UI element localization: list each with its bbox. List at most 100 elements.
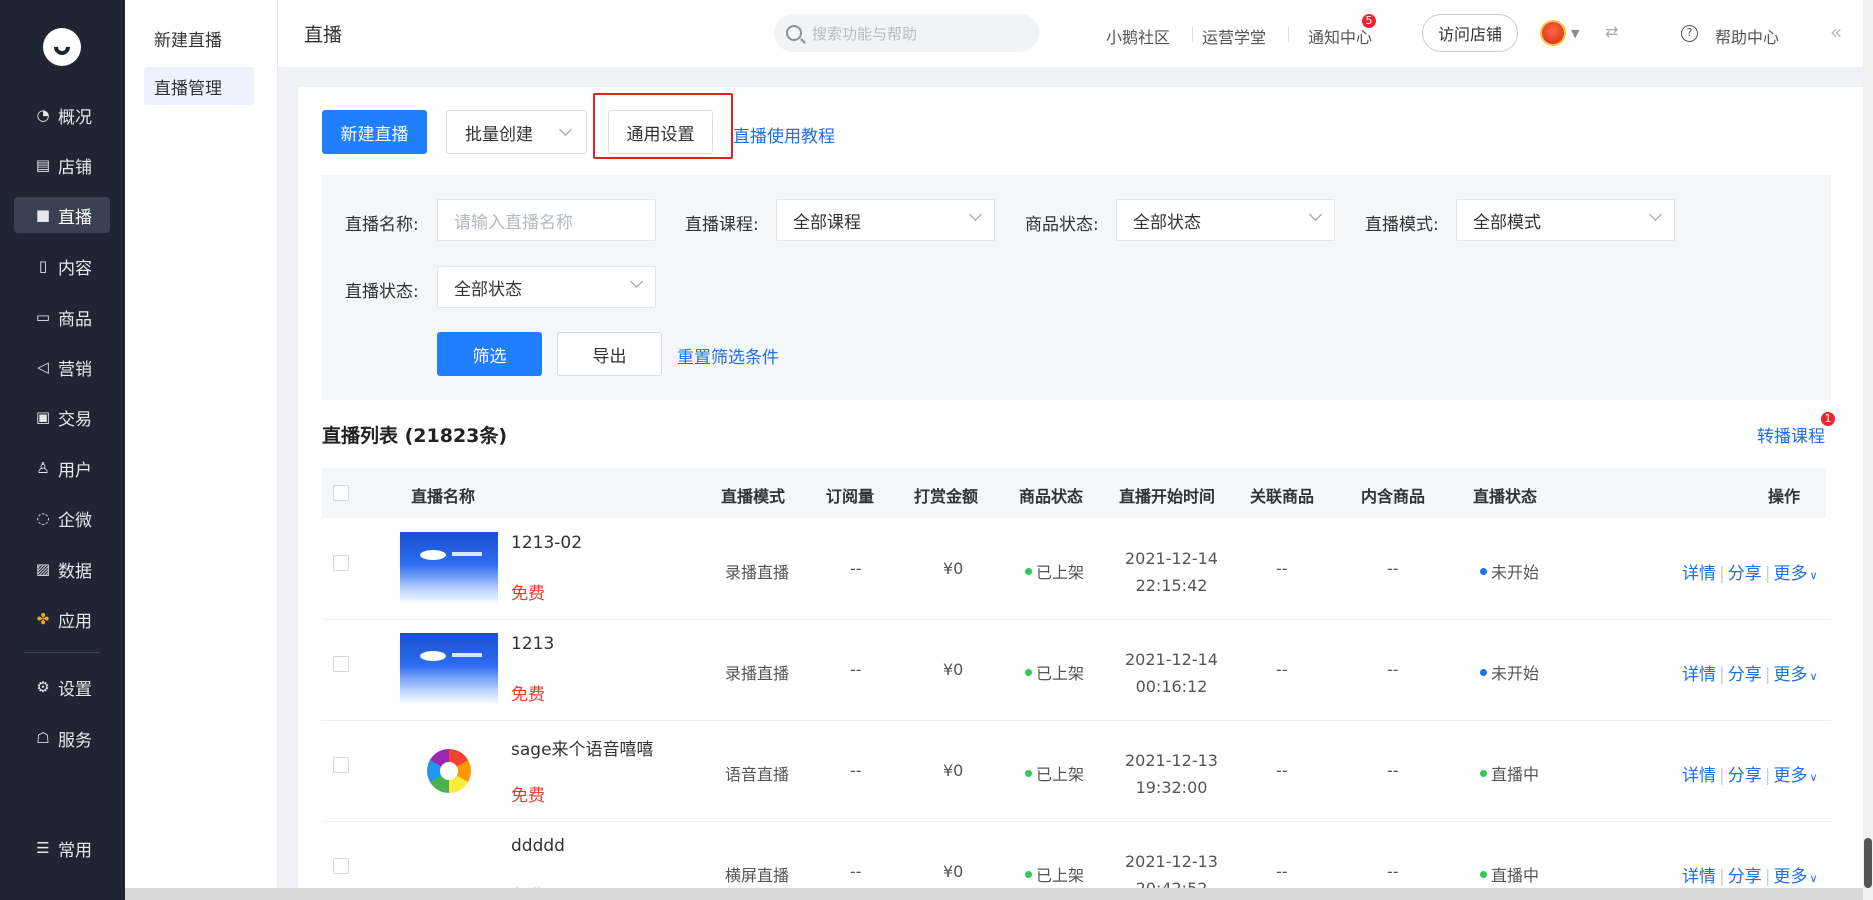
status-dot	[1480, 568, 1487, 575]
more-link[interactable]: 更多 ∨	[1773, 564, 1817, 584]
goods-status: 已上架	[1025, 761, 1084, 785]
op-separator: |	[1764, 665, 1771, 685]
nav-item-users[interactable]: ♙ 用户	[14, 450, 110, 486]
academy-link[interactable]: 运营学堂	[1202, 24, 1266, 48]
detail-link[interactable]: 详情	[1682, 766, 1716, 786]
nav-item-common[interactable]: ☰ 常用	[14, 830, 110, 866]
nav-item-data[interactable]: ▨ 数据	[14, 551, 110, 587]
col-contained: 内含商品	[1361, 487, 1426, 506]
notification-link[interactable]: 通知中心	[1308, 24, 1372, 48]
chevron-down-icon[interactable]: ▼	[1571, 27, 1579, 40]
collapse-icon[interactable]: «	[1830, 20, 1842, 44]
nav-divider	[24, 652, 100, 653]
scroll-thumb[interactable]	[1864, 838, 1872, 888]
nav-item-wecom[interactable]: ◌ 企微	[14, 500, 110, 536]
live-subs: --	[850, 660, 862, 679]
more-link[interactable]: 更多 ∨	[1773, 665, 1817, 685]
start-time: 2021-12-14 22:15:42	[1125, 549, 1218, 595]
more-link[interactable]: 更多 ∨	[1773, 766, 1817, 786]
live-mode-select[interactable]: 全部模式	[1456, 199, 1675, 241]
nav-item-shop[interactable]: ▤ 店铺	[14, 147, 110, 183]
logo[interactable]	[43, 28, 81, 66]
detail-link[interactable]: 详情	[1682, 867, 1716, 887]
col-status: 直播状态	[1473, 487, 1538, 506]
main-nav: ◔ 概况 ▤ 店铺 ■ 直播 ▯ 内容 ▭ 商品 ◁ 营销 ▣ 交易 ♙ 用户 ◌ 企微 ▨ 数据 …	[0, 0, 125, 900]
status-dot	[1025, 770, 1032, 777]
share-link[interactable]: 分享	[1728, 665, 1762, 685]
more-link[interactable]: 更多 ∨	[1773, 867, 1817, 887]
visit-shop-button[interactable]: 访问店铺	[1422, 14, 1518, 52]
list-title: 直播列表 (21823条)	[322, 425, 508, 447]
live-name[interactable]: 1213-02	[511, 533, 582, 553]
subnav-item-new-live[interactable]: 新建直播	[144, 19, 254, 57]
live-thumbnail[interactable]	[400, 532, 498, 604]
goods-status-select[interactable]: 全部状态	[1116, 199, 1335, 241]
table-row: sage来个语音嘻嘻 免费 语音直播 -- ¥0 已上架 2021-12-13 19:32:0…	[322, 721, 1831, 822]
video-icon: ■	[35, 206, 51, 224]
nav-item-marketing[interactable]: ◁ 营销	[14, 349, 110, 385]
live-status-select[interactable]: 全部状态	[437, 266, 656, 308]
live-mode: 录播直播	[725, 664, 790, 683]
live-price: 免费	[511, 786, 545, 806]
vertical-scrollbar[interactable]	[1863, 0, 1873, 900]
nav-item-overview[interactable]: ◔ 概况	[14, 97, 110, 133]
export-button[interactable]: 导出	[557, 332, 662, 376]
goods-status: 已上架	[1025, 660, 1084, 684]
document-icon: ▯	[38, 257, 48, 275]
col-reward: 打赏金额	[914, 487, 979, 506]
help-center-link[interactable]: 帮助中心	[1715, 24, 1779, 48]
nav-item-transaction[interactable]: ▣ 交易	[14, 399, 110, 435]
filter-button[interactable]: 筛选	[437, 332, 542, 376]
batch-create-dropdown[interactable]: 批量创建	[446, 110, 587, 154]
share-link[interactable]: 分享	[1728, 564, 1762, 584]
start-time: 2021-12-13 19:32:00	[1125, 751, 1218, 797]
rebroadcast-badge: 1	[1821, 412, 1835, 426]
horizontal-scrollbar[interactable]	[125, 888, 1863, 900]
switch-icon[interactable]: ⇄	[1605, 22, 1618, 41]
table-header: 直播名称 直播模式 订阅量 打赏金额 商品状态 直播开始时间 关联商品 内含商品…	[322, 468, 1826, 518]
row-checkbox[interactable]	[333, 656, 349, 672]
nav-item-settings[interactable]: ⚙ 设置	[14, 669, 110, 705]
share-link[interactable]: 分享	[1728, 766, 1762, 786]
community-link[interactable]: 小鹅社区	[1106, 24, 1170, 48]
nav-item-service[interactable]: ☖ 服务	[14, 720, 110, 756]
apps-icon: ✤	[36, 610, 50, 628]
col-related: 关联商品	[1250, 487, 1315, 506]
live-name-input[interactable]: 请输入直播名称	[437, 199, 656, 241]
detail-link[interactable]: 详情	[1682, 564, 1716, 584]
nav-item-content[interactable]: ▯ 内容	[14, 248, 110, 284]
goods-status: 已上架	[1025, 559, 1084, 583]
select-all-checkbox[interactable]	[333, 485, 349, 501]
row-checkbox[interactable]	[333, 555, 349, 571]
chevron-down-icon	[969, 208, 982, 221]
help-icon[interactable]: ?	[1681, 25, 1698, 42]
row-checkbox[interactable]	[333, 858, 349, 874]
user-icon: ♙	[36, 459, 50, 477]
nav-item-live[interactable]: ■ 直播	[14, 197, 110, 233]
contained-goods: --	[1387, 862, 1399, 881]
nav-item-goods[interactable]: ▭ 商品	[14, 299, 110, 335]
table-row: 1213 免费 录播直播 -- ¥0 已上架 2021-12-14 00:16:12 -- -- 未…	[322, 620, 1831, 721]
reset-filter-link[interactable]: 重置筛选条件	[677, 343, 779, 368]
rebroadcast-link[interactable]: 转播课程	[1757, 422, 1825, 447]
subnav-item-live-manage[interactable]: 直播管理	[144, 67, 254, 105]
status-dot	[1025, 568, 1032, 575]
detail-link[interactable]: 详情	[1682, 665, 1716, 685]
live-name[interactable]: ddddd	[511, 836, 565, 856]
contained-goods: --	[1387, 559, 1399, 578]
row-checkbox[interactable]	[333, 757, 349, 773]
nav-item-apps[interactable]: ✤ 应用	[14, 601, 110, 637]
live-name[interactable]: sage来个语音嘻嘻	[511, 735, 654, 760]
new-live-button[interactable]: 新建直播	[322, 110, 427, 154]
course-select[interactable]: 全部课程	[776, 199, 995, 241]
op-separator: |	[1764, 564, 1771, 584]
live-name[interactable]: 1213	[511, 634, 554, 654]
share-link[interactable]: 分享	[1728, 867, 1762, 887]
op-separator: |	[1764, 766, 1771, 786]
search-input[interactable]: 搜索功能与帮助	[774, 14, 1039, 52]
live-thumbnail[interactable]	[400, 734, 498, 806]
tutorial-link[interactable]: 直播使用教程	[733, 122, 835, 147]
live-thumbnail[interactable]	[400, 633, 498, 705]
col-ops: 操作	[1768, 487, 1801, 506]
avatar[interactable]	[1540, 20, 1566, 46]
